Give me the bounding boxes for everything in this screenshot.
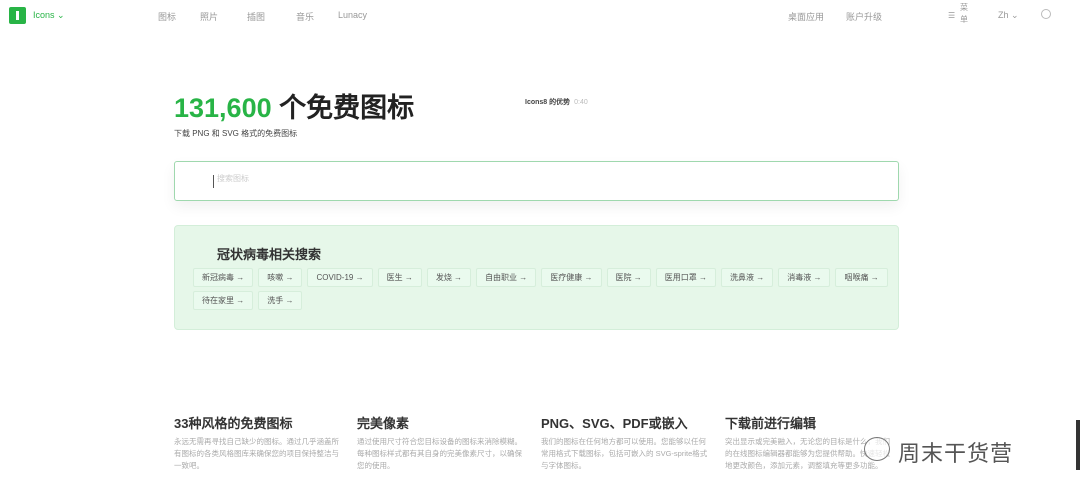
menu-icon[interactable]: ☰ — [948, 11, 955, 20]
tag-button[interactable]: 自由职业 → — [476, 268, 537, 287]
text-cursor — [213, 175, 214, 188]
nav-photos[interactable]: 照片 — [200, 10, 218, 23]
user-avatar-icon[interactable] — [1041, 9, 1051, 19]
advantage-video-link[interactable]: Icons8 的优势 0:40 — [525, 97, 588, 107]
tag-button[interactable]: 医疗健康 → — [541, 268, 602, 287]
nav-desktop-app[interactable]: 桌面应用 — [788, 10, 824, 23]
tag-button[interactable]: 洗鼻液 → — [721, 268, 774, 287]
top-nav: Icons ⌄ 图标 照片 插图 音乐 Lunacy 桌面应用 账户升级 ☰ 菜… — [0, 0, 1080, 30]
feature-styles: 33种风格的免费图标永远无需再寻找自己缺少的图标。通过几乎涵盖所有图标的各类风格… — [174, 413, 344, 472]
nav-upgrade[interactable]: 账户升级 — [846, 10, 882, 23]
feature-text: 永远无需再寻找自己缺少的图标。通过几乎涵盖所有图标的各类风格图库来确保您的项目保… — [174, 437, 339, 470]
language-select[interactable]: Zh ⌄ — [998, 10, 1019, 21]
tag-button[interactable]: 医用口罩 → — [655, 268, 716, 287]
tag-button[interactable]: COVID-19 → — [307, 268, 373, 287]
feature-title: 下载前进行编辑 — [725, 416, 817, 431]
watermark: 周末干货营 — [898, 441, 1014, 466]
tag-button[interactable]: 咳嗽 → — [258, 268, 303, 287]
tag-button[interactable]: 新冠病毒 → — [193, 268, 254, 287]
feature-text: 我们的图标在任何地方都可以使用。您能够以任何常用格式下载图标，包括可嵌入的 SV… — [541, 437, 708, 470]
icons8-logo[interactable] — [9, 7, 26, 24]
covid-related-searches: 冠状病毒相关搜索 新冠病毒 → 咳嗽 → COVID-19 → 医生 → 发烧 → 自由职… — [174, 225, 899, 330]
feature-pixel-perfect: 完美像素通过使用尺寸符合您目标设备的图标来消除模糊。每种图标样式都有其自身的完美… — [357, 413, 527, 472]
tag-button[interactable]: 待在家里 → — [193, 291, 254, 310]
page-title: 131,600 个免费图标 — [174, 93, 415, 123]
tag-button[interactable]: 医院 → — [606, 268, 651, 287]
tag-button[interactable]: 消毒液 → — [778, 268, 831, 287]
scrollbar[interactable] — [1076, 420, 1080, 470]
tag-button[interactable]: 咽喉痛 → — [835, 268, 888, 287]
nav-music[interactable]: 音乐 — [296, 10, 314, 23]
tag-button[interactable]: 医生 → — [377, 268, 422, 287]
nav-illustrations[interactable]: 插图 — [247, 10, 265, 23]
wechat-icon — [864, 437, 890, 461]
brand-menu[interactable]: Icons ⌄ — [33, 10, 65, 21]
search-input[interactable] — [217, 174, 817, 183]
tag-button[interactable]: 发烧 → — [426, 268, 472, 287]
tag-button[interactable]: 洗手 → — [258, 291, 303, 310]
tag-list: 新冠病毒 → 咳嗽 → COVID-19 → 医生 → 发烧 → 自由职业 → 医疗健康 →… — [193, 268, 893, 310]
search-box[interactable] — [174, 161, 899, 201]
feature-title: PNG、SVG、PDF或嵌入 — [541, 416, 688, 431]
nav-lunacy[interactable]: Lunacy — [338, 10, 367, 20]
feature-title: 完美像素 — [357, 416, 410, 431]
feature-formats: PNG、SVG、PDF或嵌入我们的图标在任何地方都可以使用。您能够以任何常用格式… — [541, 413, 711, 472]
nav-icons[interactable]: 图标 — [158, 10, 176, 23]
section-title: 冠状病毒相关搜索 — [217, 247, 322, 262]
page-subtitle: 下载 PNG 和 SVG 格式的免费图标 — [174, 129, 298, 138]
feature-text: 通过使用尺寸符合您目标设备的图标来消除模糊。每种图标样式都有其自身的完美像素尺寸… — [357, 437, 522, 470]
feature-title: 33种风格的免费图标 — [174, 416, 293, 431]
menu-button[interactable]: 菜单 — [960, 2, 969, 26]
